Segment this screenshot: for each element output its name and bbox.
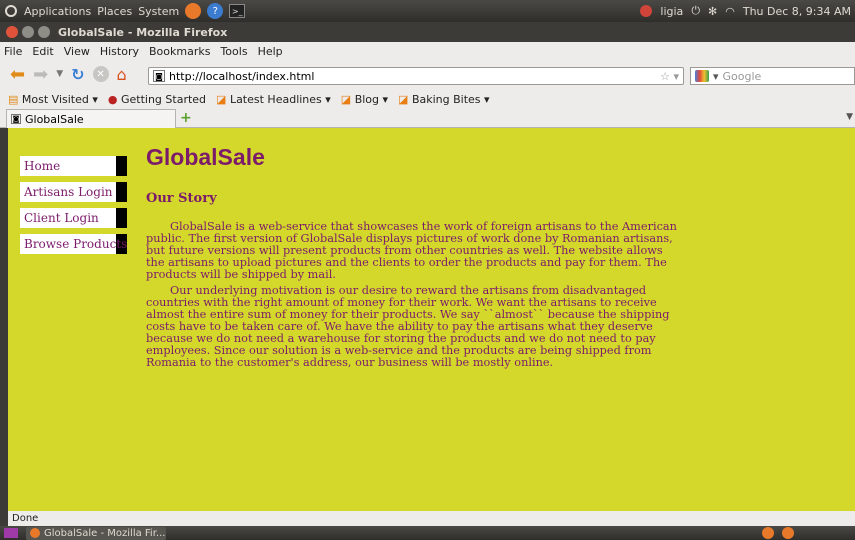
workspace-firefox-icon[interactable] bbox=[762, 527, 774, 539]
history-dropdown-icon[interactable]: ▼ bbox=[56, 69, 63, 79]
bookmark-label: Most Visited ▾ bbox=[21, 92, 98, 106]
firefox-launcher-icon[interactable] bbox=[185, 3, 202, 19]
terminal-icon[interactable]: >_ bbox=[229, 4, 246, 18]
tab-globalsale[interactable]: ◙ GlobalSale bbox=[6, 109, 176, 128]
url-bar[interactable]: ◙ http://localhost/index.html ☆ ▾ bbox=[148, 67, 684, 85]
user-status-icon[interactable] bbox=[640, 5, 653, 17]
wifi-icon[interactable]: ◠ bbox=[725, 5, 735, 18]
search-box[interactable]: ▾ Google bbox=[690, 67, 855, 85]
search-engine-dropdown-icon[interactable]: ▾ bbox=[713, 70, 719, 83]
maximize-window-icon[interactable] bbox=[38, 26, 50, 38]
menu-tools[interactable]: Tools bbox=[220, 45, 247, 58]
bookmark-latest-headlines[interactable]: ◪ Latest Headlines ▾ bbox=[216, 93, 331, 106]
window-title: GlobalSale - Mozilla Firefox bbox=[58, 25, 228, 39]
site-identity-icon[interactable]: ◙ bbox=[153, 70, 165, 82]
bookmark-label: Latest Headlines ▾ bbox=[229, 92, 331, 106]
search-engine-icon[interactable] bbox=[695, 70, 709, 82]
bookmark-baking-bites[interactable]: ◪ Baking Bites ▾ bbox=[398, 93, 490, 106]
firefox-icon bbox=[30, 528, 40, 538]
rss-icon: ◪ bbox=[398, 92, 409, 106]
bookmark-label: Getting Started bbox=[120, 92, 207, 106]
story-heading: Our Story bbox=[146, 191, 217, 206]
places-menu[interactable]: Places bbox=[97, 5, 132, 18]
reload-icon[interactable]: ↻ bbox=[71, 65, 84, 84]
story-paragraph-1: GlobalSale is a web-service that showcas… bbox=[146, 220, 677, 281]
stop-icon[interactable]: ✕ bbox=[92, 66, 109, 82]
story-paragraph-2: Our underlying motivation is our desire … bbox=[146, 284, 670, 369]
nav-home-link[interactable]: Home bbox=[20, 156, 127, 176]
ubuntu-logo-icon[interactable] bbox=[4, 4, 18, 18]
firefox-bookmark-icon: ● bbox=[107, 92, 118, 106]
show-desktop-icon[interactable] bbox=[4, 528, 18, 538]
menu-help[interactable]: Help bbox=[258, 45, 283, 58]
browser-chrome: File Edit View History Bookmarks Tools H… bbox=[0, 42, 855, 128]
window-titlebar[interactable]: GlobalSale - Mozilla Firefox bbox=[0, 22, 855, 42]
close-window-icon[interactable] bbox=[6, 26, 18, 38]
tab-strip: ◙ GlobalSale + ▼ bbox=[0, 108, 855, 128]
taskbar-window-label: GlobalSale - Mozilla Fir... bbox=[44, 527, 166, 539]
back-icon[interactable]: ⬅ bbox=[10, 64, 25, 85]
menu-history[interactable]: History bbox=[100, 45, 139, 58]
bookmarks-toolbar: ▤ Most Visited ▾ ● Getting Started ◪ Lat… bbox=[0, 90, 855, 108]
site-title: GlobalSale bbox=[146, 144, 265, 170]
power-icon[interactable]: ⏻ bbox=[691, 4, 700, 18]
web-page: Home Artisans Login Client Login Browse … bbox=[8, 128, 855, 511]
nav-browse-products-link[interactable]: Browse Products bbox=[20, 234, 127, 254]
status-bar: Done bbox=[8, 511, 855, 526]
system-menu[interactable]: System bbox=[138, 5, 179, 18]
bluetooth-icon[interactable]: ✻ bbox=[708, 5, 717, 18]
bookmark-star-icon[interactable]: ☆ ▾ bbox=[660, 70, 679, 83]
new-tab-icon[interactable]: + bbox=[180, 110, 192, 126]
bookmark-blog[interactable]: ◪ Blog ▾ bbox=[341, 93, 388, 106]
nav-artisans-login-link[interactable]: Artisans Login bbox=[20, 182, 127, 202]
bookmark-most-visited[interactable]: ▤ Most Visited ▾ bbox=[8, 93, 98, 106]
clock[interactable]: Thu Dec 8, 9:34 AM bbox=[743, 5, 851, 18]
bookmark-label: Baking Bites ▾ bbox=[411, 92, 490, 106]
nav-client-login-link[interactable]: Client Login bbox=[20, 208, 127, 228]
top-panel: Applications Places System ? >_ ligia ⏻ … bbox=[0, 0, 855, 22]
minimize-window-icon[interactable] bbox=[22, 26, 34, 38]
user-name[interactable]: ligia bbox=[660, 5, 683, 18]
rss-icon: ◪ bbox=[340, 92, 352, 106]
menu-file[interactable]: File bbox=[4, 45, 22, 58]
folder-icon: ▤ bbox=[8, 92, 19, 106]
applications-menu[interactable]: Applications bbox=[24, 5, 91, 18]
bookmark-getting-started[interactable]: ● Getting Started bbox=[108, 93, 206, 106]
menu-view[interactable]: View bbox=[64, 45, 90, 58]
taskbar-firefox-window[interactable]: GlobalSale - Mozilla Fir... bbox=[26, 526, 166, 540]
workspace-firefox-icon[interactable] bbox=[782, 527, 794, 539]
tab-label: GlobalSale bbox=[25, 112, 84, 126]
help-icon[interactable]: ? bbox=[207, 3, 224, 19]
bookmark-label: Blog ▾ bbox=[354, 92, 389, 106]
menu-bookmarks[interactable]: Bookmarks bbox=[149, 45, 210, 58]
page-favicon-icon: ◙ bbox=[11, 114, 21, 124]
tab-list-icon[interactable]: ▼ bbox=[846, 112, 853, 122]
site-nav: Home Artisans Login Client Login Browse … bbox=[20, 156, 127, 260]
forward-icon[interactable]: ➡ bbox=[33, 64, 48, 85]
home-icon[interactable]: ⌂ bbox=[117, 65, 127, 84]
url-text[interactable]: http://localhost/index.html bbox=[169, 70, 314, 83]
bottom-panel: GlobalSale - Mozilla Fir... bbox=[0, 526, 855, 540]
search-placeholder[interactable]: Google bbox=[723, 70, 762, 83]
menu-bar: File Edit View History Bookmarks Tools H… bbox=[0, 42, 855, 60]
rss-icon: ◪ bbox=[216, 92, 227, 106]
menu-edit[interactable]: Edit bbox=[32, 45, 53, 58]
